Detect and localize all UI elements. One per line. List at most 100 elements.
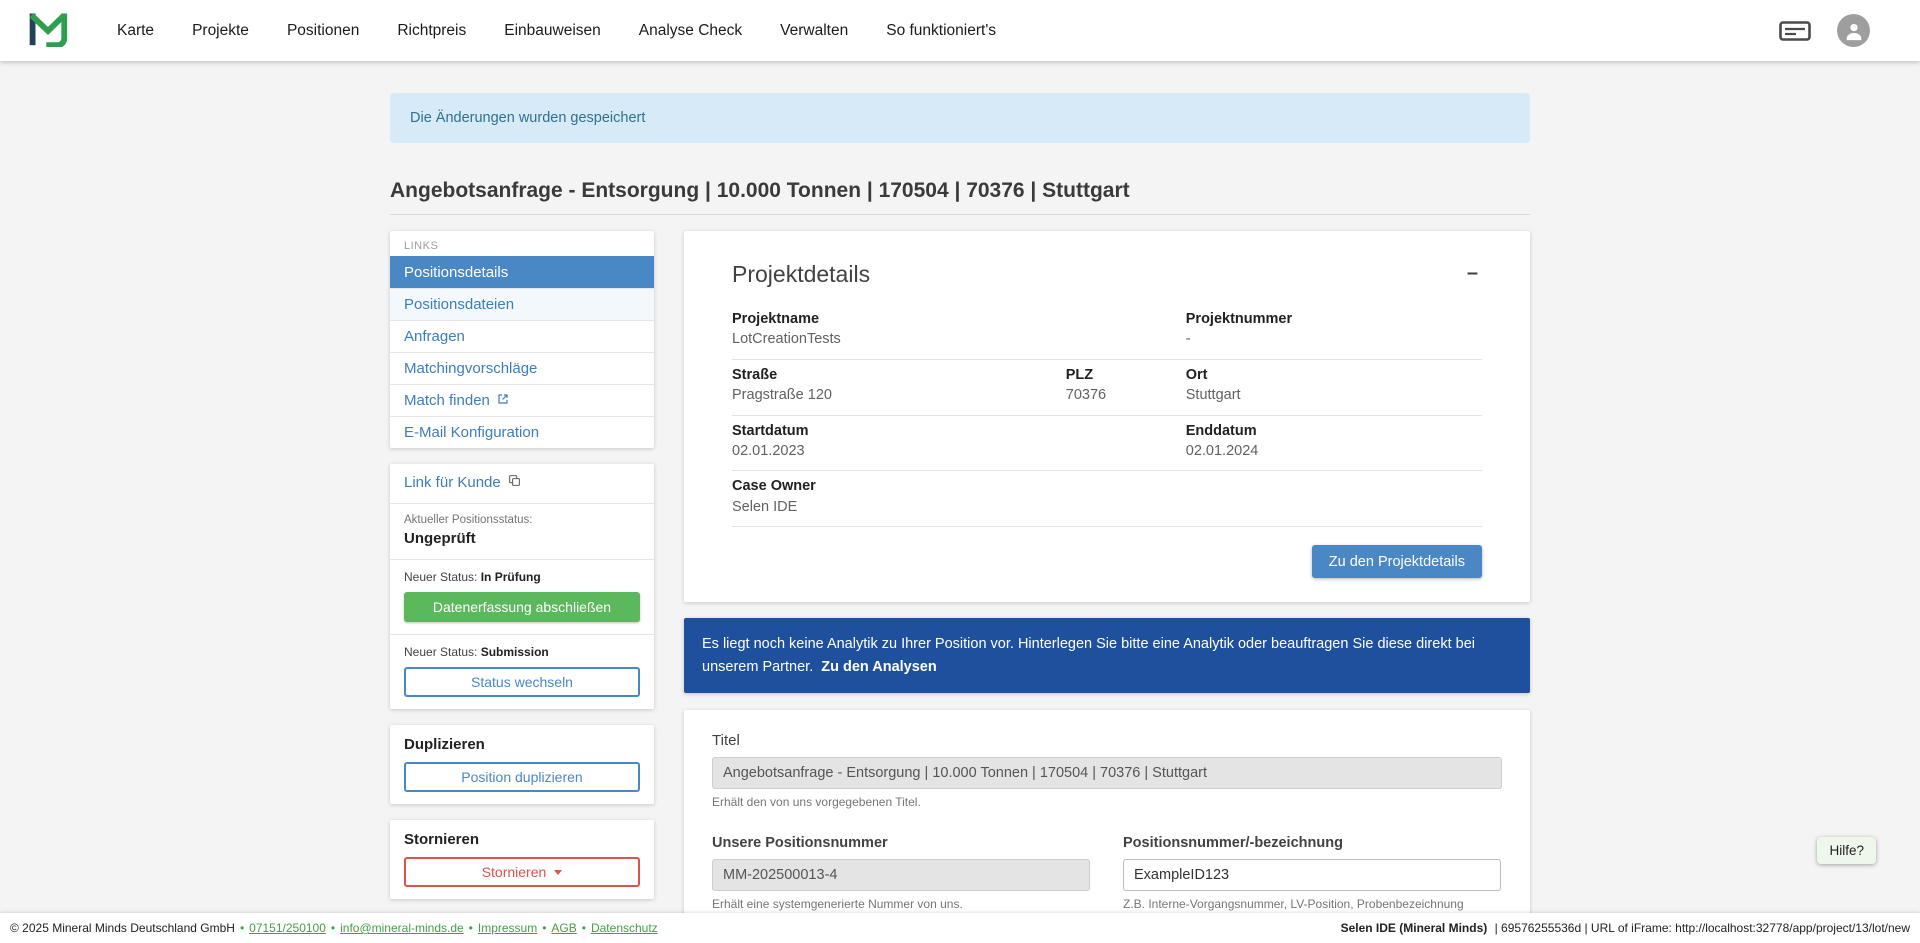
customer-link[interactable]: Link für Kunde	[404, 474, 640, 491]
field-plz: PLZ 70376	[1066, 367, 1186, 405]
project-row-1: Projektname LotCreationTests Projektnumm…	[732, 304, 1482, 360]
nav-item-projekte[interactable]: Projekte	[173, 22, 268, 40]
sidebar-item-positionsdateien[interactable]: Positionsdateien	[390, 288, 654, 320]
field-value: Selen IDE	[732, 499, 1482, 516]
footer-separator: •	[240, 921, 244, 935]
collapse-panel-button[interactable]: –	[1463, 261, 1482, 285]
help-button[interactable]: Hilfe?	[1817, 837, 1876, 864]
nav-item-positionen[interactable]: Positionen	[268, 22, 378, 40]
field-value: Pragstraße 120	[732, 387, 1066, 404]
footer-user-info: Selen IDE (Mineral Minds)	[1341, 921, 1488, 935]
sidebar-item-label: Positionsdetails	[404, 264, 508, 281]
sidebar-item-match-finden[interactable]: Match finden	[390, 384, 654, 416]
cancel-card: Stornieren Stornieren	[390, 820, 654, 899]
sidebar-item-matchingvorschlaege[interactable]: Matchingvorschläge	[390, 352, 654, 384]
sidebar-item-label: Positionsdateien	[404, 296, 514, 313]
titel-helper: Erhält den von uns vorgegebenen Titel.	[712, 795, 1502, 809]
field-enddatum: Enddatum 02.01.2024	[1186, 423, 1482, 461]
cancel-body: Stornieren	[390, 848, 654, 899]
nav-item-analyse-check[interactable]: Analyse Check	[620, 22, 761, 40]
complete-data-entry-button[interactable]: Datenerfassung abschließen	[404, 592, 640, 622]
two-column-layout: LINKS Positionsdetails Positionsdateien …	[390, 231, 1530, 943]
analytics-banner: Es liegt noch keine Analytik zu Ihrer Po…	[684, 618, 1530, 693]
nav-item-richtpreis[interactable]: Richtpreis	[378, 22, 485, 40]
user-avatar[interactable]	[1837, 14, 1870, 47]
current-status-section: Aktueller Positionsstatus: Ungeprüft	[390, 503, 654, 559]
cancel-dropdown-button[interactable]: Stornieren	[404, 857, 640, 887]
number-fields-row: Unsere Positionsnummer Erhält eine syste…	[712, 835, 1502, 911]
nav-item-verwalten[interactable]: Verwalten	[761, 22, 867, 40]
switch-status-button[interactable]: Status wechseln	[404, 667, 640, 697]
sidebar-item-email-konfiguration[interactable]: E-Mail Konfiguration	[390, 416, 654, 448]
brand-logo[interactable]	[28, 10, 68, 52]
go-to-analyses-link[interactable]: Zu den Analysen	[821, 659, 936, 675]
project-row-2: Straße Pragstraße 120 PLZ 70376 Ort Stut…	[732, 360, 1482, 416]
footer-separator: •	[542, 921, 546, 935]
cancel-button-label: Stornieren	[482, 864, 547, 880]
field-value: Stuttgart	[1186, 387, 1482, 404]
card-reader-icon[interactable]	[1779, 19, 1811, 43]
project-details-title: Projektdetails	[732, 261, 870, 288]
new-status-line-2: Neuer Status: Submission	[404, 645, 640, 659]
top-navbar: Karte Projekte Positionen Richtpreis Ein…	[0, 0, 1920, 61]
nav-item-einbauweisen[interactable]: Einbauweisen	[485, 22, 620, 40]
footer-copyright: © 2025 Mineral Minds Deutschland GmbH	[10, 921, 235, 935]
footer-agb-link[interactable]: AGB	[551, 921, 576, 935]
person-icon	[1843, 20, 1865, 42]
footer: © 2025 Mineral Minds Deutschland GmbH • …	[0, 913, 1920, 943]
field-label: PLZ	[1066, 367, 1186, 384]
customer-link-section: Link für Kunde	[390, 464, 654, 503]
footer-separator: •	[331, 921, 335, 935]
new-status-value: Submission	[481, 645, 549, 659]
sidebar-item-positionsdetails[interactable]: Positionsdetails	[390, 256, 654, 288]
footer-phone-link[interactable]: 07151/250100	[249, 921, 326, 935]
position-number-label: Positionsnummer/-bezeichnung	[1123, 835, 1501, 851]
copy-icon[interactable]	[508, 474, 521, 491]
save-success-alert: Die Änderungen wurden gespeichert	[390, 93, 1530, 143]
field-label: Projektnummer	[1186, 311, 1482, 328]
sidebar-links-card: LINKS Positionsdetails Positionsdateien …	[390, 231, 654, 448]
field-strasse: Straße Pragstraße 120	[732, 367, 1066, 405]
go-to-project-details-button[interactable]: Zu den Projektdetails	[1312, 545, 1482, 578]
field-label: Enddatum	[1186, 423, 1482, 440]
page-title: Angebotsanfrage - Entsorgung | 10.000 To…	[390, 179, 1530, 203]
duplicate-card: Duplizieren Position duplizieren	[390, 725, 654, 804]
duplicate-body: Position duplizieren	[390, 753, 654, 804]
position-number-column: Positionsnummer/-bezeichnung Z.B. Intern…	[1123, 835, 1501, 911]
nav-item-karte[interactable]: Karte	[98, 22, 173, 40]
duplicate-title: Duplizieren	[390, 725, 654, 753]
footer-left: © 2025 Mineral Minds Deutschland GmbH • …	[10, 921, 658, 935]
app-viewport: Karte Projekte Positionen Richtpreis Ein…	[0, 0, 1920, 943]
footer-email-link[interactable]: info@mineral-minds.de	[340, 921, 464, 935]
footer-separator: •	[582, 921, 586, 935]
navbar-right-actions	[1779, 14, 1892, 47]
field-label: Startdatum	[732, 423, 1186, 440]
footer-impressum-link[interactable]: Impressum	[478, 921, 537, 935]
field-label: Ort	[1186, 367, 1482, 384]
content-container: Die Änderungen wurden gespeichert Angebo…	[390, 61, 1530, 943]
field-label: Case Owner	[732, 478, 1482, 495]
titel-label: Titel	[712, 732, 1502, 749]
footer-datenschutz-link[interactable]: Datenschutz	[591, 921, 658, 935]
status-card: Link für Kunde Aktueller Positi	[390, 464, 654, 709]
position-number-input[interactable]	[1123, 859, 1501, 891]
field-projektnummer: Projektnummer -	[1186, 311, 1482, 349]
project-row-3: Startdatum 02.01.2023 Enddatum 02.01.202…	[732, 416, 1482, 472]
field-case-owner: Case Owner Selen IDE	[732, 478, 1482, 516]
project-details-actions: Zu den Projektdetails	[732, 545, 1482, 578]
field-startdatum: Startdatum 02.01.2023	[732, 423, 1186, 461]
next-status-section-1: Neuer Status: In Prüfung Datenerfassung …	[390, 559, 654, 634]
customer-link-label: Link für Kunde	[404, 474, 501, 491]
external-link-icon	[497, 392, 509, 409]
project-details-card: Projektdetails – Projektname LotCreation…	[684, 231, 1530, 602]
next-status-section-2: Neuer Status: Submission Status wechseln	[390, 634, 654, 709]
page-scroll-area: Die Änderungen wurden gespeichert Angebo…	[0, 61, 1920, 943]
field-value: 70376	[1066, 387, 1186, 404]
main-navigation: Karte Projekte Positionen Richtpreis Ein…	[98, 22, 1015, 40]
field-value: 02.01.2024	[1186, 443, 1482, 460]
links-header: LINKS	[390, 231, 654, 256]
sidebar-item-anfragen[interactable]: Anfragen	[390, 320, 654, 352]
duplicate-position-button[interactable]: Position duplizieren	[404, 762, 640, 792]
field-projektname: Projektname LotCreationTests	[732, 311, 1186, 349]
nav-item-so-funktionierts[interactable]: So funktioniert's	[867, 22, 1015, 40]
